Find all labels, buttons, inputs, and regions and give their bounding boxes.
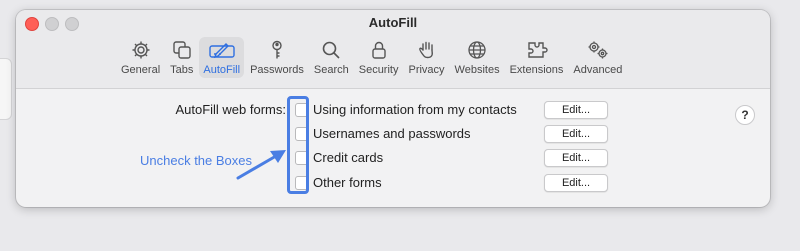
autofill-row-other-forms: Other forms Edit... [16, 173, 770, 193]
tab-tabs[interactable]: Tabs [166, 37, 197, 78]
contacts-option-label: Using information from my contacts [313, 102, 517, 117]
tab-general[interactable]: General [117, 37, 164, 78]
autofill-row-credit-cards: Credit cards Edit... [16, 148, 770, 168]
titlebar: AutoFill General Tabs AutoFill Passwords… [16, 10, 770, 89]
credit-cards-option-label: Credit cards [313, 150, 384, 165]
lock-icon [368, 38, 390, 62]
key-icon [266, 38, 288, 62]
tab-advanced[interactable]: Advanced [569, 37, 626, 78]
tab-search[interactable]: Search [310, 37, 353, 78]
tab-security[interactable]: Security [355, 37, 403, 78]
autofill-pencil-icon [208, 38, 236, 62]
usernames-passwords-edit-button[interactable]: Edit... [544, 125, 608, 143]
tab-extensions-label: Extensions [509, 64, 564, 76]
preferences-toolbar: General Tabs AutoFill Passwords Search S… [116, 37, 627, 81]
tabs-icon [171, 38, 193, 62]
credit-cards-edit-button[interactable]: Edit... [544, 149, 608, 167]
annotation-text: Uncheck the Boxes [140, 153, 253, 168]
tab-security-label: Security [358, 64, 399, 76]
magnifier-icon [320, 38, 342, 62]
tab-privacy[interactable]: Privacy [404, 37, 448, 78]
tab-passwords-label: Passwords [250, 64, 304, 76]
checkbox-highlight-box [287, 96, 309, 194]
tab-advanced-label: Advanced [573, 64, 623, 76]
tab-passwords[interactable]: Passwords [246, 37, 308, 78]
hand-icon [416, 38, 438, 62]
puzzle-icon [525, 38, 549, 62]
globe-icon [466, 38, 488, 62]
background-window-edge [0, 58, 12, 120]
tab-websites[interactable]: Websites [451, 37, 504, 78]
other-forms-option-label: Other forms [313, 175, 382, 190]
autofill-row-contacts: AutoFill web forms: Using information fr… [16, 100, 770, 120]
window-title: AutoFill [368, 15, 418, 30]
autofill-web-forms-label: AutoFill web forms: [175, 102, 286, 117]
tab-search-label: Search [313, 64, 349, 76]
gear-icon [130, 38, 152, 62]
autofill-pane: AutoFill web forms: Using information fr… [16, 89, 770, 207]
tab-autofill[interactable]: AutoFill [199, 37, 245, 78]
tab-websites-label: Websites [454, 64, 500, 76]
autofill-row-usernames: Usernames and passwords Edit... [16, 124, 770, 144]
tab-tabs-label: Tabs [170, 64, 194, 76]
usernames-passwords-option-label: Usernames and passwords [313, 126, 471, 141]
tab-general-label: General [121, 64, 161, 76]
autofill-preferences-window: AutoFill General Tabs AutoFill Passwords… [16, 10, 770, 207]
other-forms-edit-button[interactable]: Edit... [544, 174, 608, 192]
tab-extensions[interactable]: Extensions [506, 37, 568, 78]
gears-icon [586, 38, 610, 62]
contacts-edit-button[interactable]: Edit... [544, 101, 608, 119]
tab-privacy-label: Privacy [408, 64, 445, 76]
tab-autofill-label: AutoFill [203, 64, 241, 76]
help-button[interactable]: ? [735, 105, 755, 125]
